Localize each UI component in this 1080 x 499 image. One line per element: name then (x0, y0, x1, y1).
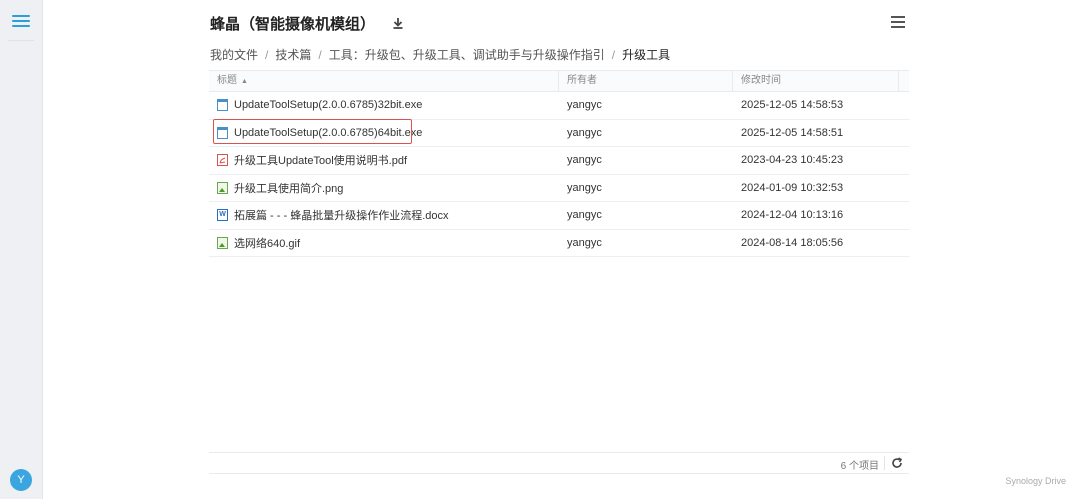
title-row: 蜂晶（智能摄像机模组） (210, 12, 405, 34)
avatar[interactable]: Y (10, 469, 32, 491)
column-header-title[interactable]: 标题 ▲ (209, 71, 559, 91)
table-footer: 6 个项目 (209, 452, 909, 474)
image-file-icon (217, 181, 228, 194)
modified-cell: 2025-12-05 14:58:51 (741, 126, 844, 139)
download-icon[interactable] (391, 16, 405, 30)
owner-cell: yangyc (567, 181, 602, 194)
table-row[interactable]: UpdateToolSetup(2.0.0.6785)32bit.exe yan… (209, 92, 909, 120)
column-header-owner-label: 所有者 (567, 75, 597, 86)
exe-file-icon (217, 126, 228, 139)
column-header-owner[interactable]: 所有者 (559, 71, 733, 91)
footer-divider (884, 456, 885, 470)
file-name[interactable]: 拓展篇 - - - 蜂晶批量升级操作作业流程.docx (234, 207, 449, 223)
owner-cell: yangyc (567, 99, 602, 112)
more-menu-icon[interactable] (891, 16, 905, 28)
file-name[interactable]: UpdateToolSetup(2.0.0.6785)32bit.exe (234, 99, 422, 111)
file-name-cell: 升级工具使用简介.png (209, 180, 559, 196)
owner-cell: yangyc (567, 209, 602, 222)
breadcrumb-item-my-files[interactable]: 我的文件 (210, 46, 258, 63)
main-panel: 蜂晶（智能摄像机模组） 我的文件 / 技术篇 / 工具：升级包、升级工具、调试助… (43, 0, 1080, 499)
breadcrumb-current: 升级工具 (622, 48, 671, 62)
rail-divider (8, 40, 34, 41)
table-row[interactable]: W 拓展篇 - - - 蜂晶批量升级操作作业流程.docx yangyc 202… (209, 202, 909, 230)
file-name[interactable]: 升级工具使用简介.png (234, 180, 343, 196)
breadcrumb-separator: / (265, 47, 269, 62)
file-name[interactable]: 升级工具UpdateTool使用说明书.pdf (234, 152, 407, 168)
file-table: 标题 ▲ 所有者 修改时间 UpdateToolSetup(2.0.0.6785)… (209, 70, 909, 257)
file-name-cell: W 拓展篇 - - - 蜂晶批量升级操作作业流程.docx (209, 207, 559, 223)
column-header-modified[interactable]: 修改时间 (733, 71, 899, 91)
owner-cell: yangyc (567, 126, 602, 139)
page-title: 蜂晶（智能摄像机模组） (210, 15, 376, 33)
owner-cell: yangyc (567, 236, 602, 249)
file-name-cell: 选网络640.gif (209, 235, 559, 251)
modified-cell: 2024-01-09 10:32:53 (741, 181, 844, 194)
modified-cell: 2024-08-14 18:05:56 (741, 236, 844, 249)
exe-file-icon (217, 99, 228, 112)
highlight-box (213, 118, 412, 144)
file-name-cell: UpdateToolSetup(2.0.0.6785)32bit.exe (209, 99, 559, 112)
file-name-cell: 升级工具UpdateTool使用说明书.pdf (209, 152, 559, 168)
breadcrumb-separator: / (611, 47, 616, 62)
menu-icon[interactable] (12, 12, 30, 30)
table-row[interactable]: 选网络640.gif yangyc 2024-08-14 18:05:56 (209, 230, 909, 257)
pdf-file-icon (217, 154, 228, 167)
table-row[interactable]: 升级工具使用简介.png yangyc 2024-01-09 10:32:53 (209, 175, 909, 202)
modified-cell: 2023-04-23 10:45:23 (741, 154, 844, 167)
sort-ascending-icon: ▲ (241, 78, 248, 85)
breadcrumb-item-tech[interactable]: 技术篇 (275, 46, 311, 63)
column-header-title-label: 标题 (217, 75, 237, 86)
table-row[interactable]: 升级工具UpdateTool使用说明书.pdf yangyc 2023-04-2… (209, 147, 909, 175)
image-file-icon (217, 236, 228, 249)
word-file-icon: W (217, 209, 228, 222)
column-header-modified-label: 修改时间 (741, 75, 781, 86)
file-name[interactable]: 选网络640.gif (234, 235, 300, 251)
breadcrumb: 我的文件 / 技术篇 / 工具：升级包、升级工具、调试助手与升级操作指引 / 升… (210, 46, 670, 63)
owner-cell: yangyc (567, 154, 602, 167)
refresh-icon[interactable] (889, 455, 905, 471)
left-rail: Y (0, 0, 43, 499)
breadcrumb-item-tools[interactable]: 工具：升级包、升级工具、调试助手与升级操作指引 (329, 46, 605, 63)
brand-label: Synology Drive (1005, 476, 1066, 486)
table-row[interactable]: UpdateToolSetup(2.0.0.6785)64bit.exe yan… (209, 118, 909, 147)
item-count: 6 个项目 (840, 461, 879, 472)
modified-cell: 2024-12-04 10:13:16 (741, 209, 844, 222)
table-header: 标题 ▲ 所有者 修改时间 (209, 70, 909, 92)
breadcrumb-separator: / (318, 47, 322, 62)
modified-cell: 2025-12-05 14:58:53 (741, 99, 844, 112)
